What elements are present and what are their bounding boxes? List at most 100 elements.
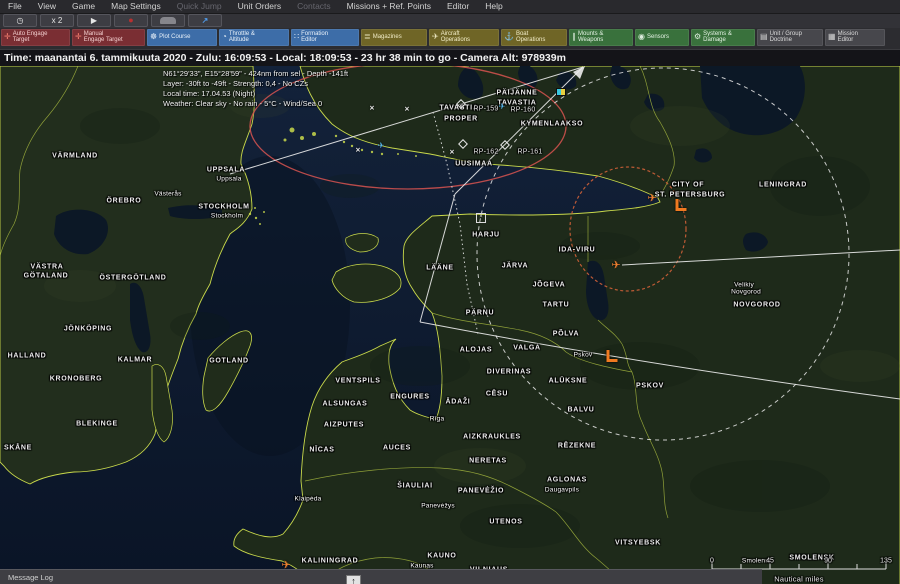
- time-bar: Time: maanantai 6. tammikuuta 2020 - Zul…: [0, 49, 900, 66]
- map-label: JÖNKÖPING: [64, 325, 112, 332]
- unit-symbol[interactable]: [676, 199, 687, 211]
- ribbon-button[interactable]: ⚓ Boat Operations: [501, 29, 567, 46]
- map-viewport[interactable]: N61°29'33", E15°28'59" - 424nm from sel …: [0, 66, 900, 584]
- unit-symbol[interactable]: ✈: [499, 103, 506, 111]
- unit-symbol[interactable]: ✈: [647, 193, 656, 204]
- scale-tick-label: 0: [710, 557, 714, 564]
- ribbon-button[interactable]: ▤ Unit / Group Doctrine: [757, 29, 823, 46]
- map-label: Velikiy: [734, 281, 754, 288]
- map-label: RP-161: [518, 148, 543, 155]
- unit-symbol[interactable]: ✈: [611, 260, 620, 271]
- ribbon-button-label-line1: Plot Course: [159, 34, 190, 41]
- time-compression-clock-button[interactable]: ◷: [3, 14, 37, 27]
- unit-symbol[interactable]: [557, 89, 565, 95]
- ribbon-button-label-line2: Editor: [838, 37, 858, 44]
- unit-symbol[interactable]: [607, 350, 618, 362]
- map-label: Uppsala: [216, 175, 241, 182]
- play-icon: ▶: [91, 16, 97, 25]
- map-label: Rīga: [430, 415, 445, 422]
- app-window: FileViewGameMap SettingsQuick JumpUnit O…: [0, 0, 900, 584]
- map-label: ALŪKSNE: [549, 377, 588, 384]
- map-label: VALGA: [513, 344, 540, 351]
- menu-item[interactable]: Quick Jump: [169, 1, 230, 11]
- menu-item[interactable]: Game: [64, 1, 103, 11]
- ribbon-button-label-line2: Engage Target: [84, 37, 123, 44]
- map-label: IDA-VIRU: [559, 246, 596, 253]
- map-label: NĪCAS: [309, 446, 334, 453]
- ribbon-button-icon: ▤: [760, 33, 768, 41]
- map-label: RP-160: [511, 106, 536, 113]
- ribbon-button[interactable]: ≣ Magazines: [361, 29, 427, 46]
- menu-item[interactable]: File: [0, 1, 30, 11]
- expand-message-log-button[interactable]: ↑: [346, 575, 361, 584]
- map-label: ALOJAS: [460, 346, 493, 353]
- waypoint-x-marker[interactable]: ×: [450, 147, 455, 156]
- ribbon-button[interactable]: ☸ Plot Course: [147, 29, 217, 46]
- map-label: ÖREBRO: [107, 197, 142, 204]
- record-button[interactable]: ●: [114, 14, 148, 27]
- map-label: TARTU: [543, 301, 570, 308]
- ribbon-button-icon: ≣: [364, 33, 371, 41]
- clock-icon: ◷: [17, 16, 24, 25]
- ribbon-button-label-line2: Operations: [516, 37, 545, 44]
- map-label: PROPER: [444, 115, 478, 122]
- map-label: NOVGOROD: [733, 301, 780, 308]
- jump-arrow-icon: ↗: [202, 16, 209, 25]
- speed-label: x 2: [52, 16, 63, 25]
- ribbon-button[interactable]: ▦ Mission Editor: [825, 29, 885, 46]
- map-label: VENTSPILS: [335, 377, 380, 384]
- map-label: ENGURES: [390, 393, 430, 400]
- map-label: VITSYEBSK: [615, 539, 661, 546]
- ribbon-button[interactable]: ✈ Aircraft Operations: [429, 29, 499, 46]
- map-label: VÄSTRA: [31, 263, 64, 270]
- map-label: UUSIMAA: [455, 160, 493, 167]
- time-compression-speed-button[interactable]: x 2: [40, 14, 74, 27]
- ribbon-button-label-line2: Editor: [301, 37, 328, 44]
- message-log-label[interactable]: Message Log: [0, 573, 53, 582]
- waypoint-x-marker[interactable]: ×: [405, 104, 410, 113]
- ribbon-button[interactable]: ✛ Manual Engage Target: [72, 29, 145, 46]
- ribbon-button-icon: ◉: [638, 33, 645, 41]
- map-label: BLEKINGE: [76, 420, 118, 427]
- menu-bar: FileViewGameMap SettingsQuick JumpUnit O…: [0, 0, 900, 14]
- menu-item[interactable]: Help: [477, 1, 510, 11]
- map-label: Daugavpils: [545, 486, 579, 493]
- map-label: PANEVĖŽIO: [458, 487, 504, 494]
- waypoint-x-marker[interactable]: ×: [356, 145, 361, 154]
- map-label: ÖSTERGÖTLAND: [99, 274, 166, 281]
- ribbon-button[interactable]: ⚙ Systems & Damage: [691, 29, 755, 46]
- message-log-bar: Message Log: [0, 569, 762, 584]
- menu-item[interactable]: View: [30, 1, 64, 11]
- menu-item[interactable]: Missions + Ref. Points: [339, 1, 439, 11]
- scale-tick-label: 135: [880, 557, 892, 564]
- ribbon-button[interactable]: ✛ Auto Engage Target: [1, 29, 70, 46]
- waypoint-x-marker[interactable]: ×: [370, 103, 375, 112]
- menu-item[interactable]: Unit Orders: [230, 1, 289, 11]
- silhouette-view-button[interactable]: [151, 14, 185, 27]
- menu-item[interactable]: Contacts: [289, 1, 339, 11]
- jump-to-button[interactable]: ↗: [188, 14, 222, 27]
- scale-tick-label: 45: [766, 557, 774, 564]
- map-label: AIZKRAUKLES: [463, 433, 521, 440]
- ribbon-button-label-line2: Operations: [441, 37, 470, 44]
- ribbon-button[interactable]: ∥ Mounts & Weapons: [569, 29, 633, 46]
- ribbon-button[interactable]: ∷ Formation Editor: [291, 29, 359, 46]
- map-label: VÄRMLAND: [52, 152, 98, 159]
- play-button[interactable]: ▶: [77, 14, 111, 27]
- ribbon-button-label-line2: Altitude: [229, 37, 255, 44]
- map-label: KALININGRAD: [302, 557, 359, 564]
- map-label: RP-159: [474, 105, 499, 112]
- map-label: STOCKHOLM: [198, 203, 249, 210]
- cursor-info-box: N61°29'33", E15°28'59" - 424nm from sel …: [163, 69, 348, 109]
- ribbon-button[interactable]: ◔ Throttle & Altitude: [219, 29, 289, 46]
- menu-item[interactable]: Map Settings: [103, 1, 169, 11]
- menu-item[interactable]: Editor: [439, 1, 477, 11]
- ribbon-button-icon: ◔: [222, 33, 227, 41]
- ribbon-button[interactable]: ◉ Sensors: [635, 29, 689, 46]
- map-label: Klaipėda: [295, 495, 322, 502]
- map-label: AUCES: [383, 444, 411, 451]
- map-label: HARJU: [472, 231, 500, 238]
- unit-symbol[interactable]: ×: [476, 213, 486, 223]
- ribbon-button-icon: ∥: [572, 33, 576, 41]
- unit-symbol[interactable]: ✈: [378, 142, 385, 150]
